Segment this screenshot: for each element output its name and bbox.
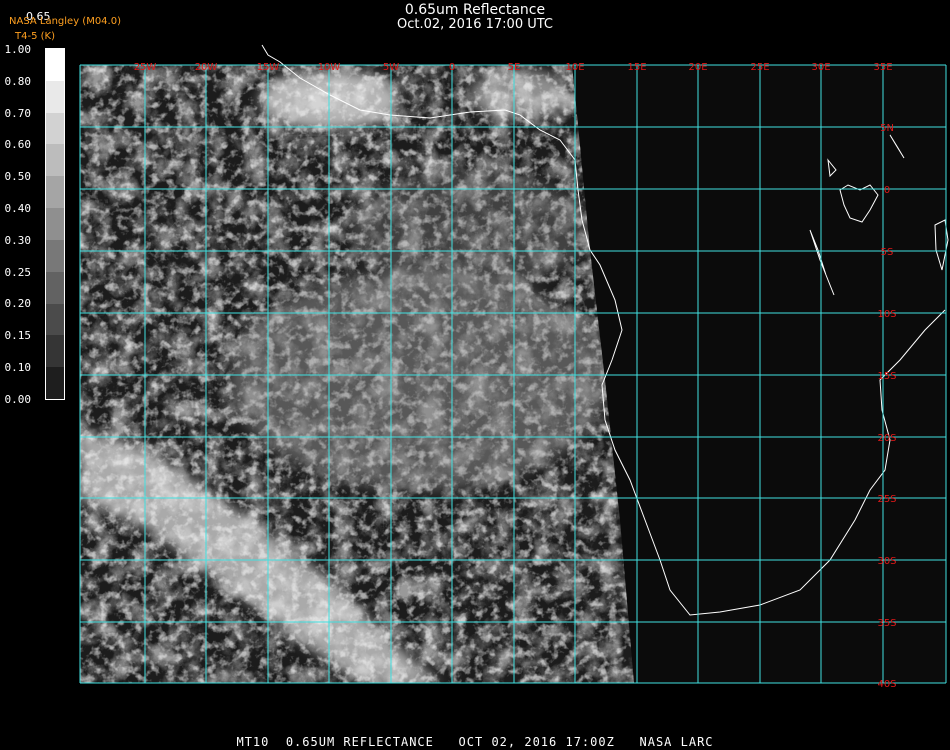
longitude-label: 15E bbox=[627, 62, 646, 73]
longitude-label: 30E bbox=[811, 62, 830, 73]
latitude-label: 25S bbox=[877, 494, 896, 505]
latitude-label: 0 bbox=[884, 185, 890, 196]
longitude-label: 5W bbox=[383, 62, 399, 73]
longitude-label: 35E bbox=[873, 62, 892, 73]
longitude-label: 5E bbox=[508, 62, 521, 73]
longitude-label: 20E bbox=[688, 62, 707, 73]
latitude-label: 5N bbox=[880, 123, 894, 134]
longitude-label: 25E bbox=[750, 62, 769, 73]
longitude-label: 25W bbox=[134, 62, 157, 73]
latitude-label: 10S bbox=[877, 309, 896, 320]
longitude-label: 15W bbox=[257, 62, 280, 73]
longitude-label: 10E bbox=[565, 62, 584, 73]
latitude-label: 15S bbox=[877, 371, 896, 382]
satellite-map: 25W 20W 15W 10W 5W 0 5E 10E 15E 20E 25E 30E 35E 5N 0 5S… bbox=[79, 44, 949, 690]
footer-caption: MT10 0.65UM REFLECTANCE OCT 02, 2016 17:… bbox=[236, 735, 714, 749]
longitude-label: 10W bbox=[318, 62, 341, 73]
longitude-label: 20W bbox=[195, 62, 218, 73]
latitude-label: 20S bbox=[877, 433, 896, 444]
latitude-label: 5S bbox=[881, 247, 894, 258]
latitude-label: 35S bbox=[877, 618, 896, 629]
longitude-label: 0 bbox=[449, 62, 455, 73]
latitude-label: 40S bbox=[877, 679, 896, 690]
latitude-label: 30S bbox=[877, 556, 896, 567]
